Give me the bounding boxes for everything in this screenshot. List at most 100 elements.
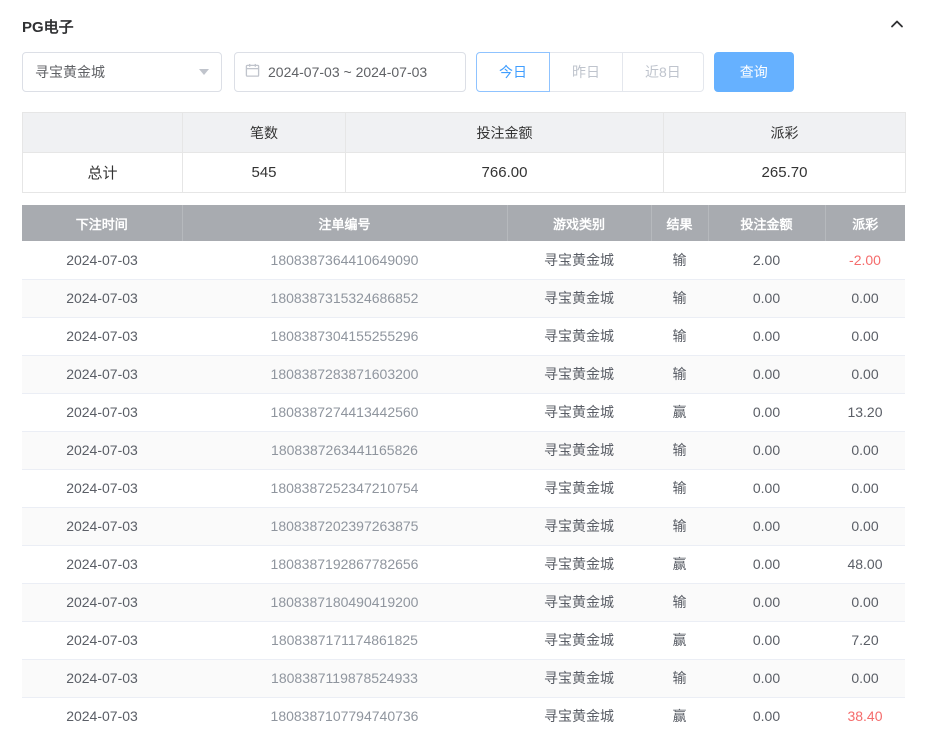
game-type-cell: 寻宝黄金城 [507,507,651,545]
result-cell: 输 [651,583,708,621]
table-row: 2024-07-031808387304155255296寻宝黄金城输0.000… [22,317,905,355]
payout-cell: 0.00 [825,355,905,393]
bet-time-cell: 2024-07-03 [22,279,182,317]
table-row: 2024-07-031808387107794740736寻宝黄金城赢0.003… [22,697,905,730]
table-row: 2024-07-031808387283871603200寻宝黄金城输0.000… [22,355,905,393]
payout-cell: -2.00 [825,241,905,279]
bet-id-cell: 1808387180490419200 [182,583,507,621]
bets-header-row: 下注时间 注单编号 游戏类别 结果 投注金额 派彩 [22,205,905,241]
game-type-cell: 寻宝黄金城 [507,697,651,730]
bet-id-cell: 1808387119878524933 [182,659,507,697]
bet-time-cell: 2024-07-03 [22,507,182,545]
bet-time-cell: 2024-07-03 [22,317,182,355]
bet-time-cell: 2024-07-03 [22,241,182,279]
table-row: 2024-07-031808387364410649090寻宝黄金城输2.00-… [22,241,905,279]
summary-header-count: 笔数 [183,113,346,153]
bet-amount-cell: 0.00 [708,545,825,583]
calendar-icon [245,63,260,81]
table-row: 2024-07-031808387192867782656寻宝黄金城赢0.004… [22,545,905,583]
bet-amount-cell: 0.00 [708,697,825,730]
summary-corner-cell [23,113,183,153]
result-cell: 输 [651,469,708,507]
bet-amount-cell: 0.00 [708,431,825,469]
result-cell: 赢 [651,621,708,659]
payout-cell: 0.00 [825,659,905,697]
bet-id-cell: 1808387304155255296 [182,317,507,355]
bet-time-cell: 2024-07-03 [22,697,182,730]
bet-id-cell: 1808387263441165826 [182,431,507,469]
date-range-input[interactable]: 2024-07-03 ~ 2024-07-03 [234,52,466,92]
table-row: 2024-07-031808387119878524933寻宝黄金城输0.000… [22,659,905,697]
bets-table: 下注时间 注单编号 游戏类别 结果 投注金额 派彩 2024-07-031808… [22,205,905,730]
header-game-type: 游戏类别 [507,205,651,241]
chevron-up-icon [889,16,905,37]
collapse-panel-button[interactable] [889,16,905,37]
date-range-value: 2024-07-03 ~ 2024-07-03 [268,64,427,80]
bet-id-cell: 1808387315324686852 [182,279,507,317]
payout-cell: 7.20 [825,621,905,659]
payout-cell: 0.00 [825,469,905,507]
quick-filter-button-1[interactable]: 昨日 [549,52,623,92]
bet-amount-cell: 0.00 [708,317,825,355]
bet-amount-cell: 0.00 [708,659,825,697]
table-row: 2024-07-031808387252347210754寻宝黄金城输0.000… [22,469,905,507]
summary-total-row: 总计 545 766.00 265.70 [23,153,906,193]
bet-id-cell: 1808387107794740736 [182,697,507,730]
bet-time-cell: 2024-07-03 [22,659,182,697]
payout-cell: 0.00 [825,431,905,469]
game-select[interactable]: 寻宝黄金城 [22,52,222,92]
bet-time-cell: 2024-07-03 [22,393,182,431]
quick-filter-button-0[interactable]: 今日 [476,52,550,92]
result-cell: 输 [651,279,708,317]
quick-filter-button-2[interactable]: 近8日 [622,52,704,92]
game-type-cell: 寻宝黄金城 [507,621,651,659]
header-bet-amount: 投注金额 [708,205,825,241]
bet-amount-cell: 0.00 [708,469,825,507]
header-result: 结果 [651,205,708,241]
bet-amount-cell: 2.00 [708,241,825,279]
bet-time-cell: 2024-07-03 [22,431,182,469]
game-type-cell: 寻宝黄金城 [507,279,651,317]
bet-amount-cell: 0.00 [708,621,825,659]
bet-amount-cell: 0.00 [708,507,825,545]
bet-time-cell: 2024-07-03 [22,545,182,583]
game-type-cell: 寻宝黄金城 [507,393,651,431]
table-row: 2024-07-031808387180490419200寻宝黄金城输0.000… [22,583,905,621]
bet-amount-cell: 0.00 [708,583,825,621]
summary-total-label: 总计 [23,153,183,193]
bet-id-cell: 1808387202397263875 [182,507,507,545]
summary-header-bet-amount: 投注金额 [346,113,664,153]
summary-total-payout: 265.70 [664,153,906,193]
search-button[interactable]: 查询 [714,52,794,92]
game-type-cell: 寻宝黄金城 [507,545,651,583]
game-type-cell: 寻宝黄金城 [507,241,651,279]
header-bet-id: 注单编号 [182,205,507,241]
chevron-down-icon [199,69,209,75]
result-cell: 输 [651,507,708,545]
quick-filter-group: 今日昨日近8日 [476,52,704,92]
bets-table-body: 2024-07-031808387364410649090寻宝黄金城输2.00-… [22,241,905,730]
bet-amount-cell: 0.00 [708,279,825,317]
table-row: 2024-07-031808387315324686852寻宝黄金城输0.000… [22,279,905,317]
payout-cell: 0.00 [825,583,905,621]
bet-time-cell: 2024-07-03 [22,355,182,393]
summary-total-bet-amount: 766.00 [346,153,664,193]
bet-amount-cell: 0.00 [708,355,825,393]
result-cell: 输 [651,241,708,279]
payout-cell: 0.00 [825,507,905,545]
bet-id-cell: 1808387274413442560 [182,393,507,431]
bet-id-cell: 1808387364410649090 [182,241,507,279]
bet-id-cell: 1808387171174861825 [182,621,507,659]
bet-time-cell: 2024-07-03 [22,621,182,659]
summary-header-payout: 派彩 [664,113,906,153]
bet-id-cell: 1808387283871603200 [182,355,507,393]
game-type-cell: 寻宝黄金城 [507,659,651,697]
table-row: 2024-07-031808387171174861825寻宝黄金城赢0.007… [22,621,905,659]
game-type-cell: 寻宝黄金城 [507,355,651,393]
game-type-cell: 寻宝黄金城 [507,431,651,469]
bet-amount-cell: 0.00 [708,393,825,431]
payout-cell: 38.40 [825,697,905,730]
payout-cell: 13.20 [825,393,905,431]
result-cell: 输 [651,659,708,697]
pg-games-panel: PG电子 寻宝黄金城 2024-07-03 ~ 2024-07-03 今日昨日近… [0,0,927,730]
